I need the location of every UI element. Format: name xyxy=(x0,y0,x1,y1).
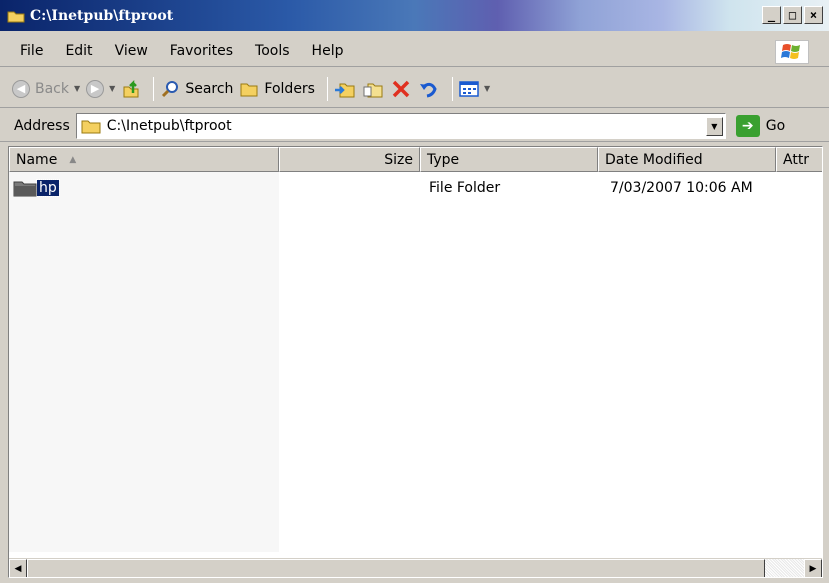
back-label: Back xyxy=(35,80,69,97)
file-list[interactable]: Name ▲ Size Type Date Modified Attr hp F… xyxy=(8,146,823,578)
maximize-button[interactable]: □ xyxy=(783,6,802,24)
folder-icon xyxy=(7,9,25,23)
forward-arrow-icon: ▶ xyxy=(86,79,105,98)
undo-button[interactable] xyxy=(418,79,440,99)
menu-favorites[interactable]: Favorites xyxy=(160,43,245,59)
go-button[interactable]: ➔ Go xyxy=(735,114,786,137)
address-bar: Address C:\Inetpub\ftproot ▼ ➔ Go xyxy=(0,110,829,142)
table-row[interactable]: hp File Folder 7/03/2007 10:06 AM xyxy=(9,177,822,199)
toolbar: ◀ Back ▼ ▶ ▼ Search Folders ▼ xyxy=(0,70,829,108)
folders-button[interactable]: Folders xyxy=(239,80,315,98)
folder-icon xyxy=(81,120,101,133)
search-icon xyxy=(162,80,179,97)
views-icon xyxy=(459,80,479,97)
date-modified-cell: 7/03/2007 10:06 AM xyxy=(610,180,753,196)
chevron-down-icon: ▼ xyxy=(483,84,491,93)
move-to-button[interactable] xyxy=(334,79,356,99)
column-header-attributes[interactable]: Attr xyxy=(776,147,822,172)
folders-icon xyxy=(240,83,258,96)
back-arrow-icon: ◀ xyxy=(12,79,30,98)
close-button[interactable]: × xyxy=(804,6,823,24)
name-cell: hp xyxy=(13,177,60,199)
menu-edit[interactable]: Edit xyxy=(55,43,104,59)
column-header-date-modified[interactable]: Date Modified xyxy=(598,147,776,172)
forward-button[interactable]: ▶ ▼ xyxy=(86,79,116,98)
search-label: Search xyxy=(185,80,234,97)
scrollbar-thumb[interactable] xyxy=(27,559,765,577)
type-cell: File Folder xyxy=(429,180,501,196)
chevron-down-icon: ▼ xyxy=(109,84,116,93)
copy-to-button[interactable] xyxy=(362,79,384,99)
address-label: Address xyxy=(14,117,70,134)
menu-file[interactable]: File xyxy=(0,43,55,59)
back-button[interactable]: ◀ Back ▼ xyxy=(12,79,81,98)
toolbar-separator xyxy=(326,76,328,101)
toolbar-separator xyxy=(153,76,155,101)
search-button[interactable]: Search xyxy=(160,79,233,99)
go-arrow-icon: ➔ xyxy=(735,114,760,137)
scroll-left-button[interactable]: ◀ xyxy=(9,559,27,577)
copy-to-icon xyxy=(363,83,383,97)
move-to-icon xyxy=(334,83,355,97)
column-header-size[interactable]: Size xyxy=(279,147,420,172)
chevron-down-icon: ▼ xyxy=(74,84,81,93)
column-name-label: Name xyxy=(16,151,58,168)
address-value: C:\Inetpub\ftproot xyxy=(106,117,232,134)
up-folder-icon xyxy=(123,79,139,97)
sort-ascending-icon: ▲ xyxy=(69,154,77,165)
title-bar[interactable]: C:\Inetpub\ftproot _ □ × xyxy=(0,0,829,31)
views-button[interactable]: ▼ xyxy=(459,80,490,98)
address-dropdown-button[interactable]: ▼ xyxy=(705,116,723,136)
folder-icon xyxy=(13,181,37,197)
scroll-right-button[interactable]: ▶ xyxy=(804,559,822,577)
file-name: hp xyxy=(36,179,60,197)
menu-view[interactable]: View xyxy=(105,43,160,59)
go-label: Go xyxy=(765,117,786,134)
sorted-column-highlight xyxy=(9,172,279,552)
folders-label: Folders xyxy=(264,80,315,97)
address-input[interactable]: C:\Inetpub\ftproot ▼ xyxy=(75,112,726,139)
column-header-name[interactable]: Name ▲ xyxy=(9,147,279,172)
windows-logo-icon xyxy=(775,40,809,64)
toolbar-separator xyxy=(451,76,453,101)
column-header-row: Name ▲ Size Type Date Modified Attr xyxy=(9,147,822,172)
menu-help[interactable]: Help xyxy=(302,43,356,59)
menu-bar: File Edit View Favorites Tools Help xyxy=(0,35,829,67)
undo-icon xyxy=(419,82,437,97)
delete-icon xyxy=(392,80,410,97)
horizontal-scrollbar[interactable]: ◀ ▶ xyxy=(9,558,822,577)
up-button[interactable] xyxy=(121,79,141,99)
minimize-button[interactable]: _ xyxy=(762,6,781,24)
column-header-type[interactable]: Type xyxy=(420,147,598,172)
delete-button[interactable] xyxy=(390,79,412,99)
window-title: C:\Inetpub\ftproot xyxy=(30,7,174,24)
menu-tools[interactable]: Tools xyxy=(245,43,302,59)
